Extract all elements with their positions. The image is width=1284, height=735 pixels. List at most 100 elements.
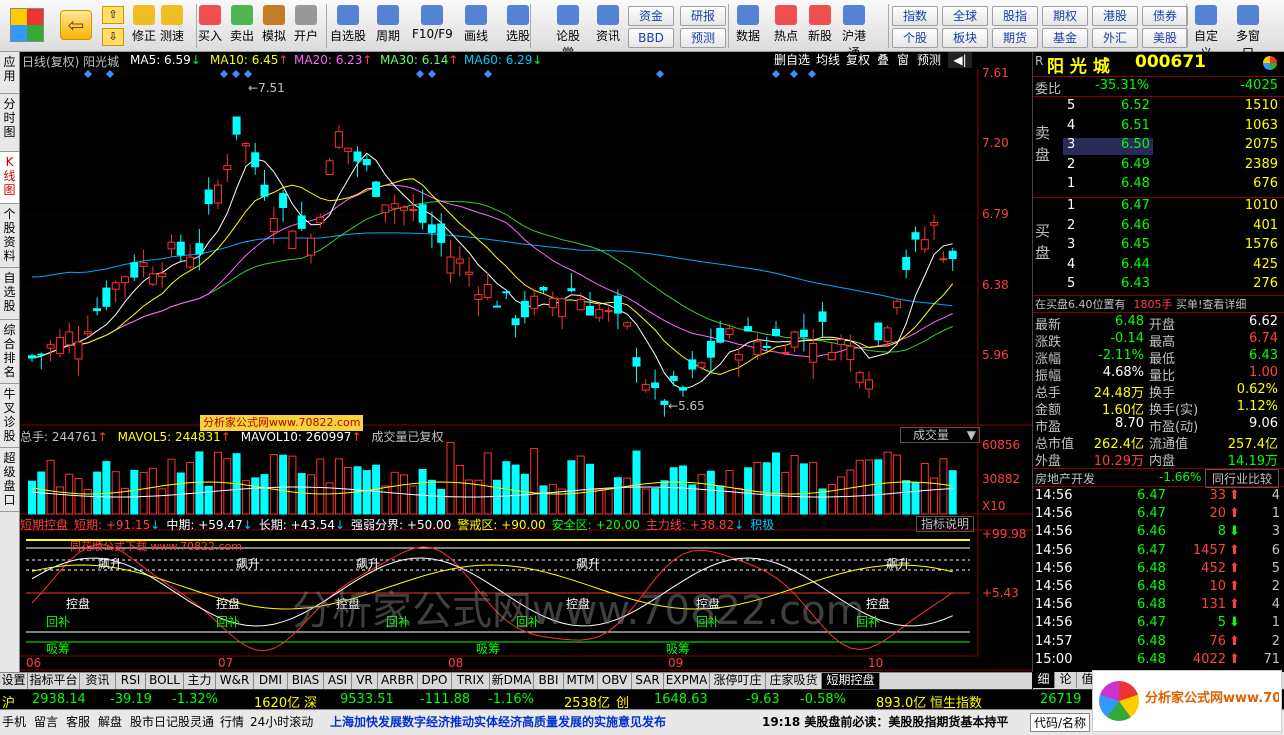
leftnav-item-4[interactable]: 自选股 <box>0 268 19 320</box>
ask-price[interactable]: 6.51 <box>1121 118 1150 133</box>
collapse-arrow-icon[interactable]: ◀| <box>948 52 972 68</box>
individual-button[interactable]: 个股 <box>892 28 938 48</box>
tab-3[interactable]: RSI <box>116 673 146 689</box>
sell-button[interactable]: 卖出 <box>226 3 258 51</box>
multiwin-button[interactable]: 多窗口 <box>1232 3 1264 60</box>
simulate-button[interactable]: 模拟 <box>258 3 290 51</box>
news-ticker-2[interactable]: 19:18 美股盘前必读：美股股指期货基本持平 <box>762 713 1008 730</box>
tab-10[interactable]: VR <box>352 673 378 689</box>
options-button[interactable]: 期权 <box>1042 6 1088 26</box>
forecast-button[interactable]: 预测 <box>680 28 726 48</box>
chart-btn-3[interactable]: 叠 <box>874 52 892 68</box>
globe-icon[interactable] <box>1263 56 1277 70</box>
info-item-1[interactable]: 留言 <box>34 713 58 730</box>
test-button[interactable]: 测速 <box>156 3 188 51</box>
bid-price[interactable]: 6.45 <box>1121 237 1150 252</box>
leftnav-item-5[interactable]: 综合排名 <box>0 320 19 384</box>
down-arrow-button[interactable]: ⇩ <box>102 28 124 46</box>
tab-22[interactable]: 短期控盘 <box>822 673 880 689</box>
bid-price[interactable]: 6.43 <box>1121 276 1150 291</box>
bid-price[interactable]: 6.44 <box>1121 257 1150 272</box>
info-item-0[interactable]: 手机 <box>2 713 26 730</box>
leftnav-item-7[interactable]: 超级盘口 <box>0 448 19 512</box>
bid-price[interactable]: 6.47 <box>1121 198 1150 213</box>
quote-tab-1[interactable]: 论 <box>1055 672 1077 688</box>
tab-6[interactable]: W&R <box>216 673 254 689</box>
tab-4[interactable]: BOLL <box>146 673 184 689</box>
tab-12[interactable]: DPO <box>418 673 452 689</box>
tab-18[interactable]: SAR <box>632 673 664 689</box>
indicator-explain-button[interactable]: 指标说明 <box>916 516 974 532</box>
forex-button[interactable]: 外汇 <box>1092 28 1138 48</box>
tab-21[interactable]: 庄家吸货 <box>766 673 822 689</box>
up-arrow-button[interactable]: ⇧ <box>102 6 124 24</box>
news-ticker[interactable]: 上海加快发展数字经济推动实体经济高质量发展的实施意见发布 <box>330 713 666 730</box>
leftnav-item-6[interactable]: 牛叉诊股 <box>0 384 19 448</box>
leftnav-item-2[interactable]: K线图 <box>0 152 19 204</box>
tab-19[interactable]: EXPMA <box>664 673 710 689</box>
fund-button[interactable]: 资金 <box>628 6 674 26</box>
tab-2[interactable]: 资讯 <box>80 673 116 689</box>
tab-14[interactable]: 新DMA <box>490 673 534 689</box>
tab-5[interactable]: 主力 <box>184 673 216 689</box>
info-item-2[interactable]: 客服 <box>66 713 90 730</box>
ask-price[interactable]: 6.52 <box>1121 98 1150 113</box>
data-button[interactable]: 数据 <box>732 3 764 51</box>
ask-price[interactable]: 6.48 <box>1121 176 1150 191</box>
draw-button[interactable]: 画线 <box>460 3 492 51</box>
newshare-button[interactable]: 新股 <box>804 3 836 51</box>
notice[interactable]: 在买盘6.40位置有 1805手 买单!查看详细 <box>1035 296 1246 312</box>
app-logo-icon[interactable] <box>10 8 44 42</box>
tab-7[interactable]: DMI <box>254 673 288 689</box>
tab-17[interactable]: OBV <box>598 673 632 689</box>
chart-btn-1[interactable]: 均线 <box>814 52 842 68</box>
chart-area[interactable]: 日线(复权) 阳光城 MA5: 6.59↓ MA10: 6.45↑ MA20: 6.… <box>20 52 1032 672</box>
bbd-button[interactable]: BBD <box>628 28 674 48</box>
report-button[interactable]: 研报 <box>680 6 726 26</box>
leftnav-item-0[interactable]: 应用 <box>0 52 19 94</box>
tab-0[interactable]: 设置 <box>0 673 28 689</box>
chart-btn-2[interactable]: 复权 <box>844 52 872 68</box>
info-button[interactable]: 资讯 <box>592 3 624 51</box>
leftnav-item-3[interactable]: 个股资料 <box>0 204 19 268</box>
info-item-4[interactable]: 股市日记 <box>130 713 178 730</box>
tab-9[interactable]: ASI <box>324 673 352 689</box>
volume-dropdown[interactable]: 成交量 ▼ <box>900 427 980 443</box>
futures-button[interactable]: 期货 <box>992 28 1038 48</box>
tab-15[interactable]: BBI <box>534 673 564 689</box>
hkconnect-button[interactable]: 沪港通 <box>838 3 870 60</box>
futidx-button[interactable]: 股指 <box>992 6 1038 26</box>
back-button[interactable]: ⇦ <box>60 10 92 40</box>
custom-button[interactable]: 自定义 <box>1190 3 1222 60</box>
quote-tab-0[interactable]: 细 <box>1033 672 1055 688</box>
ask-price[interactable]: 6.49 <box>1121 157 1150 172</box>
tab-13[interactable]: TRIX <box>452 673 490 689</box>
info-item-7[interactable]: 24小时滚动 <box>250 713 313 730</box>
chart-btn-0[interactable]: 删自选 <box>772 52 812 68</box>
leftnav-item-1[interactable]: 分时图 <box>0 94 19 152</box>
hot-button[interactable]: 热点 <box>770 3 802 51</box>
watchlist-button[interactable]: 自选股 <box>328 3 368 51</box>
tab-16[interactable]: MTM <box>564 673 598 689</box>
ask-price[interactable]: 6.50 <box>1121 137 1150 152</box>
hkstock-button[interactable]: 港股 <box>1092 6 1138 26</box>
chart-btn-5[interactable]: 预测 <box>914 52 944 68</box>
bond-button[interactable]: 债券 <box>1142 6 1188 26</box>
tab-11[interactable]: ARBR <box>378 673 418 689</box>
period-button[interactable]: 周期 <box>368 3 408 51</box>
index-button[interactable]: 指数 <box>892 6 938 26</box>
f10-button[interactable]: F10/F9 <box>412 3 453 51</box>
open-button[interactable]: 开户 <box>290 3 322 51</box>
sector-name[interactable]: 房地产开发 <box>1035 470 1095 487</box>
forum-button[interactable]: 论股堂 <box>552 3 584 60</box>
chart-btn-4[interactable]: 窗 <box>894 52 912 68</box>
bid-price[interactable]: 6.46 <box>1121 218 1150 233</box>
buy-button[interactable]: 买入 <box>194 3 226 51</box>
info-item-5[interactable]: 股灵通 <box>178 713 214 730</box>
fundb-button[interactable]: 基金 <box>1042 28 1088 48</box>
usstock-button[interactable]: 美股 <box>1142 28 1188 48</box>
info-item-6[interactable]: 行情 <box>220 713 244 730</box>
code-search-input[interactable]: 代码/名称 <box>1030 713 1091 732</box>
global-button[interactable]: 全球 <box>942 6 988 26</box>
info-item-3[interactable]: 解盘 <box>98 713 122 730</box>
